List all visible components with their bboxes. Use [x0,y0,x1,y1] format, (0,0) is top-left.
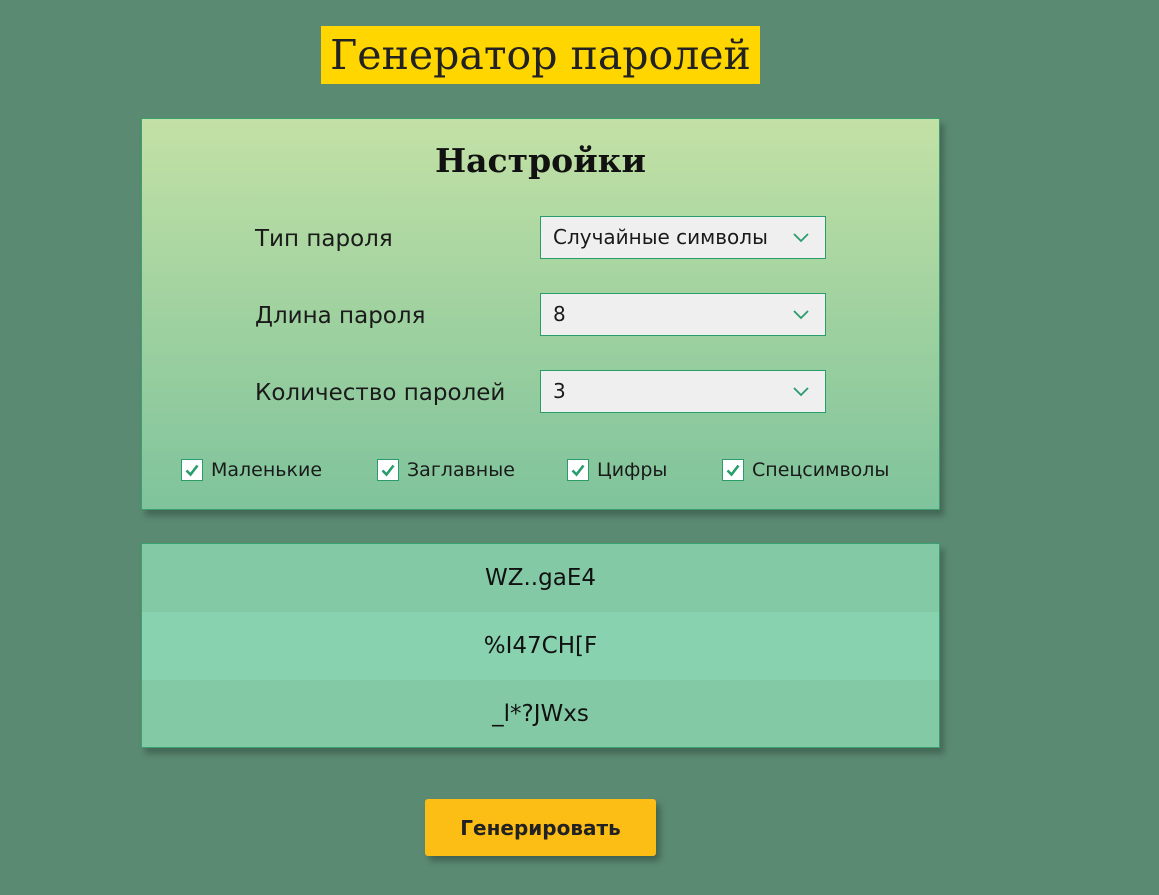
checkbox-lowercase[interactable]: Маленькие [181,457,322,483]
checkbox-special[interactable]: Спецсимволы [722,457,889,483]
password-item[interactable]: %I47CH[F [142,612,939,680]
checkmark-icon [571,464,585,477]
checkbox-digits[interactable]: Цифры [567,457,667,483]
checkbox-special-label: Спецсимволы [752,459,890,481]
chevron-down-icon [793,387,809,397]
password-count-label: Количество паролей [255,380,506,406]
password-count-select[interactable]: 3 [540,370,826,413]
password-count-value: 3 [553,379,566,403]
generate-button[interactable]: Генерировать [425,799,656,856]
page-title: Генератор паролей [321,26,760,84]
checkbox-uppercase[interactable]: Заглавные [377,457,515,483]
password-item[interactable]: WZ..gaE4 [142,544,939,612]
checkbox-box[interactable] [722,459,744,481]
chevron-down-icon [793,233,809,243]
chevron-down-icon [793,310,809,320]
checkbox-lowercase-label: Маленькие [211,459,323,481]
password-type-select[interactable]: Случайные символы [540,216,826,259]
password-length-select[interactable]: 8 [540,293,826,336]
checkbox-box[interactable] [377,459,399,481]
password-type-value: Случайные символы [553,225,768,249]
settings-panel: Настройки Тип пароля Случайные символы Д… [141,118,940,510]
checkbox-uppercase-label: Заглавные [407,459,515,481]
password-length-label: Длина пароля [255,303,426,329]
checkmark-icon [381,464,395,477]
checkmark-icon [726,464,740,477]
checkbox-digits-label: Цифры [597,459,668,481]
checkmark-icon [185,464,199,477]
password-length-value: 8 [553,302,566,326]
password-type-label: Тип пароля [255,226,393,252]
password-item[interactable]: _l*?JWxs [142,680,939,747]
settings-title: Настройки [435,141,646,180]
password-results: WZ..gaE4 %I47CH[F _l*?JWxs [141,543,940,748]
checkbox-box[interactable] [567,459,589,481]
checkbox-box[interactable] [181,459,203,481]
